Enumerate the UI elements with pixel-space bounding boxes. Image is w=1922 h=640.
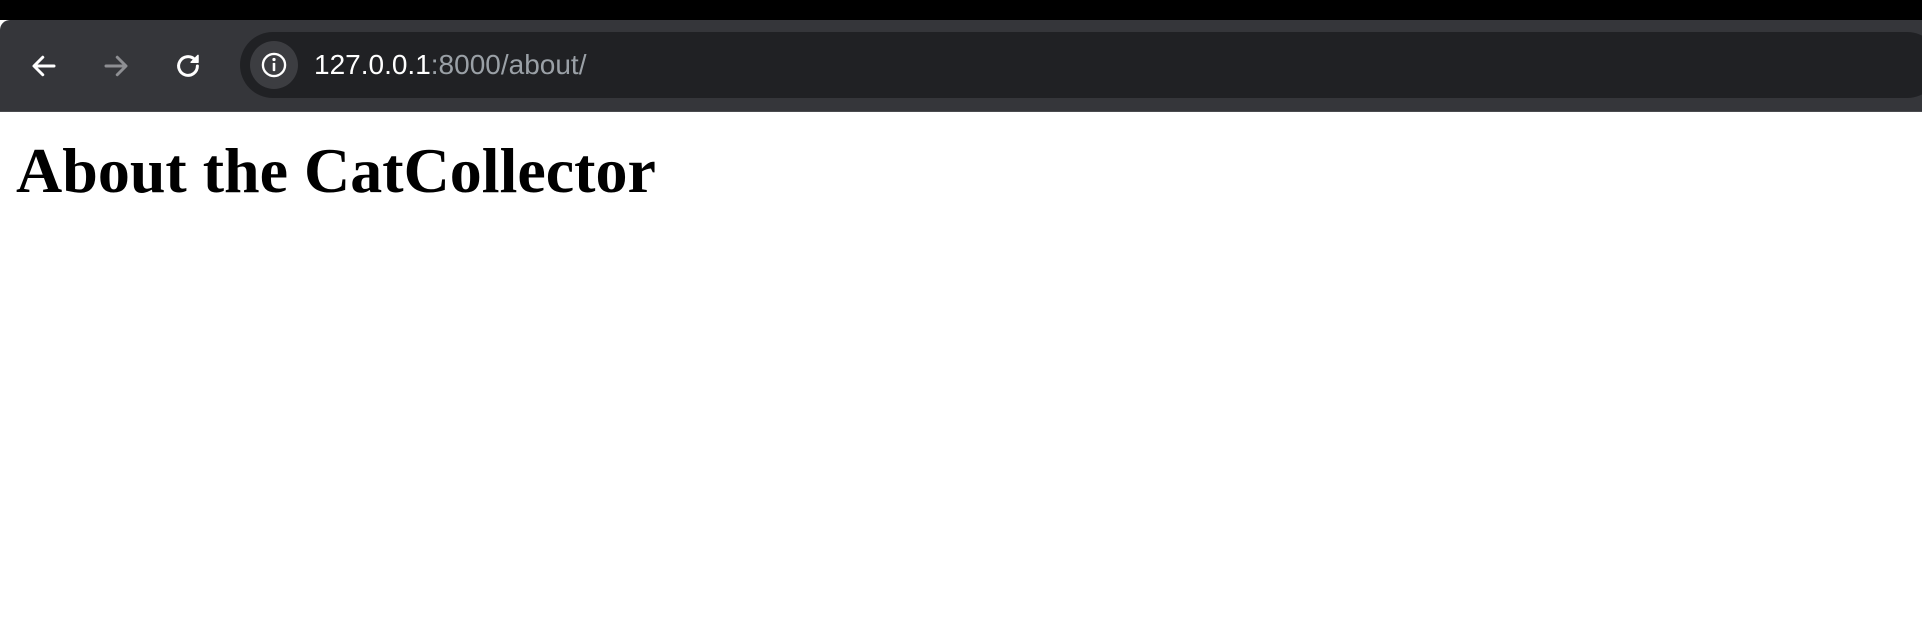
- info-icon: [261, 52, 287, 78]
- page-content: About the CatCollector: [0, 113, 1922, 640]
- url-path: :8000/about/: [430, 49, 587, 80]
- url-host: 127.0.0.1: [314, 49, 431, 80]
- address-bar[interactable]: 127.0.0.1:8000/about/: [240, 32, 1922, 98]
- arrow-right-icon: [104, 55, 128, 77]
- site-info-button[interactable]: [250, 41, 298, 89]
- window-top-strip: [0, 0, 1922, 20]
- back-button[interactable]: [16, 20, 72, 112]
- browser-toolbar: 127.0.0.1:8000/about/: [0, 20, 1922, 112]
- url-text[interactable]: 127.0.0.1:8000/about/: [314, 32, 586, 98]
- reload-button[interactable]: [160, 20, 216, 112]
- page-title: About the CatCollector: [16, 135, 656, 206]
- reload-icon: [177, 54, 199, 77]
- forward-button[interactable]: [88, 20, 144, 112]
- arrow-left-icon: [32, 55, 56, 77]
